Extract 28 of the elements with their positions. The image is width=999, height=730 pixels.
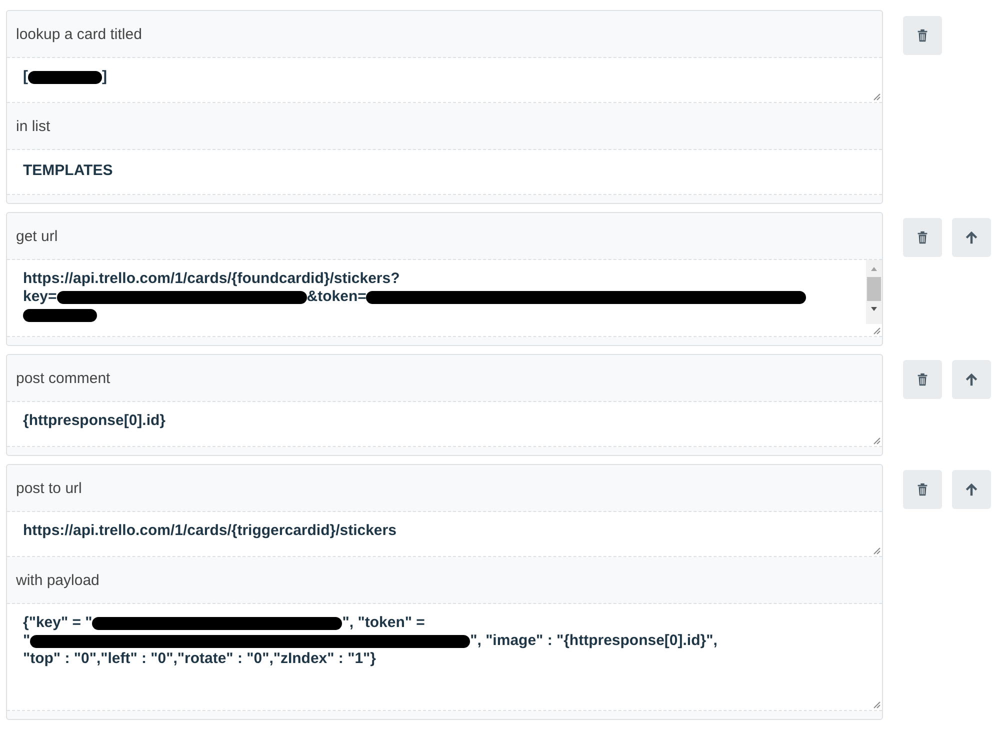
- delete-button[interactable]: [903, 470, 942, 509]
- text-field[interactable]: {"key" = " ", "token" = " ", "image" : "{httpresponse[0].id}", "top" : "0","left" : "0","rotate" : "0","zIndex" : "1"}: [7, 604, 882, 711]
- trash-icon: [915, 28, 930, 43]
- trash-icon: [915, 230, 930, 245]
- move-up-button[interactable]: [952, 360, 991, 399]
- trash-icon: [915, 482, 930, 497]
- arrow-up-icon: [964, 230, 979, 245]
- resize-grip[interactable]: [871, 91, 881, 101]
- resize-grip[interactable]: [871, 545, 881, 555]
- list-select[interactable]: TEMPLATES: [7, 150, 882, 195]
- text-field[interactable]: {httpresponse[0].id}: [7, 402, 882, 447]
- delete-button[interactable]: [903, 218, 942, 257]
- resize-grip[interactable]: [871, 699, 881, 709]
- move-up-button[interactable]: [952, 470, 991, 509]
- text-field[interactable]: https://api.trello.com/1/cards/{foundcardid}/stickers? key= &token=: [7, 260, 882, 337]
- scrollbar[interactable]: [866, 260, 882, 324]
- move-up-button[interactable]: [952, 218, 991, 257]
- trash-icon: [915, 372, 930, 387]
- arrow-up-icon: [964, 372, 979, 387]
- scroll-down-icon[interactable]: [870, 306, 878, 312]
- arrow-up-icon: [964, 482, 979, 497]
- resize-grip[interactable]: [871, 325, 881, 335]
- resize-grip[interactable]: [871, 435, 881, 445]
- text-field[interactable]: https://api.trello.com/1/cards/{triggercardid}/stickers: [7, 512, 882, 557]
- delete-button[interactable]: [903, 360, 942, 399]
- scroll-thumb[interactable]: [867, 277, 881, 301]
- text-field[interactable]: [ ]: [7, 58, 882, 103]
- delete-button[interactable]: [903, 16, 942, 55]
